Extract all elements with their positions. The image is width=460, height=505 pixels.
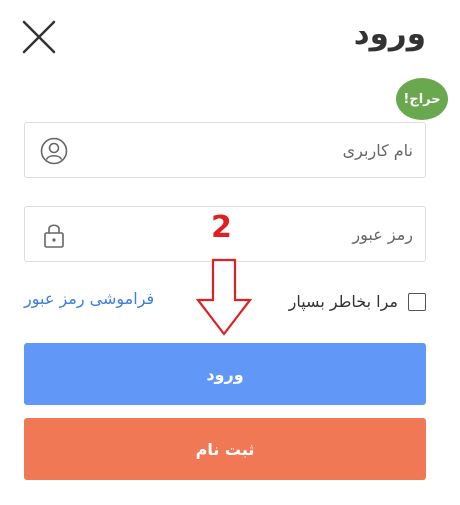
arrow-down-icon bbox=[196, 258, 252, 336]
remember-me-checkbox[interactable]: مرا بخاطر بسپار bbox=[289, 292, 426, 311]
step-number-annotation: 2 bbox=[211, 210, 232, 245]
page-title: ورود bbox=[353, 16, 426, 52]
user-icon bbox=[40, 137, 68, 165]
checkbox-box[interactable] bbox=[408, 292, 426, 311]
register-button[interactable]: ثبت نام bbox=[24, 418, 426, 480]
login-button[interactable]: ورود bbox=[24, 343, 426, 405]
sale-badge: حراج! bbox=[396, 78, 448, 120]
password-input[interactable] bbox=[81, 207, 413, 261]
forgot-password-link[interactable]: فراموشی رمز عبور bbox=[24, 289, 154, 308]
close-icon bbox=[22, 20, 56, 54]
close-button[interactable] bbox=[22, 20, 56, 54]
lock-icon bbox=[44, 224, 64, 248]
username-field[interactable] bbox=[24, 122, 426, 178]
remember-me-label: مرا بخاطر بسپار bbox=[288, 292, 398, 311]
username-input[interactable] bbox=[81, 123, 413, 177]
